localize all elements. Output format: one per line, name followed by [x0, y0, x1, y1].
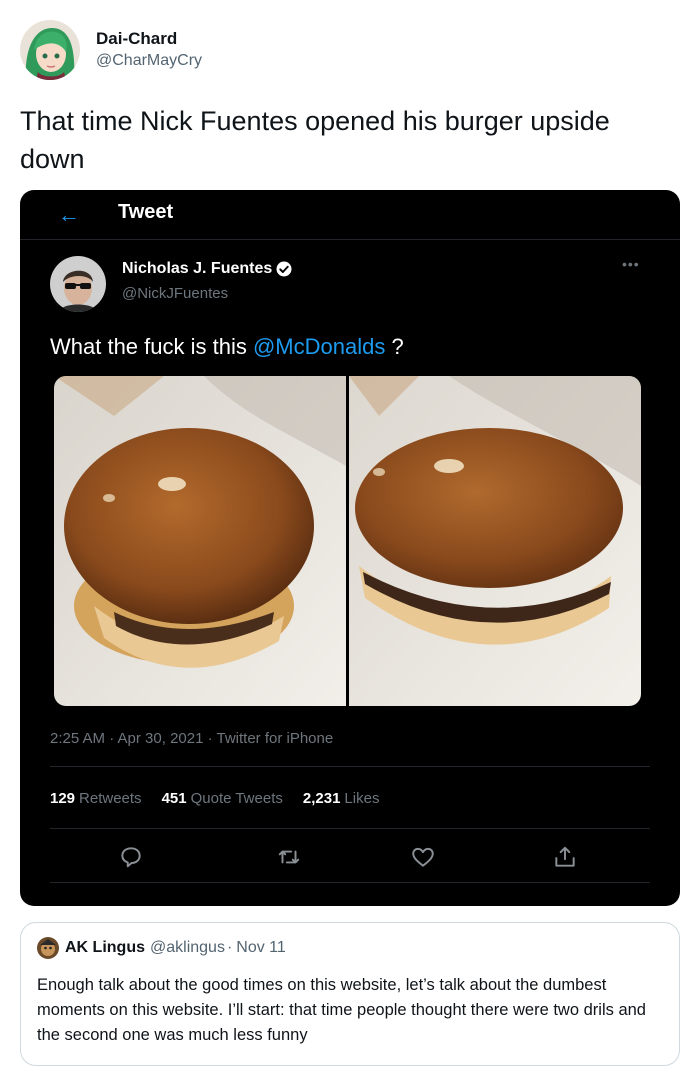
embedded-action-bar: [20, 838, 680, 878]
likes-stat: 2,231 Likes: [303, 790, 380, 807]
embedded-timestamp: 2:25 AM · Apr 30, 2021 · Twitter for iPh…: [50, 730, 334, 747]
divider: [50, 882, 650, 883]
embedded-name-row: Nicholas J. Fuentes: [122, 260, 293, 278]
burger-photo-right: [349, 376, 641, 706]
author-name[interactable]: Dai-Chard: [96, 28, 202, 50]
embedded-tweet-text: What the fuck is this @McDonalds ?: [50, 334, 404, 360]
verified-icon: [276, 261, 292, 277]
retweets-stat: 129 Retweets: [50, 790, 142, 807]
quoted-avatar: [37, 937, 59, 959]
retweets-count: 129: [50, 790, 76, 807]
more-icon: •••: [622, 256, 640, 272]
embedded-header-title: Tweet: [118, 201, 174, 223]
quotes-label: Quote Tweets: [190, 790, 283, 807]
embedded-text-suffix: ?: [385, 334, 404, 359]
quoted-tweet-header: AK Lingus @aklingus · Nov 11: [37, 937, 286, 959]
quoted-date[interactable]: Nov 11: [236, 939, 286, 957]
embedded-author-name: Nicholas J. Fuentes: [122, 260, 273, 277]
tweet-text: That time Nick Fuentes opened his burger…: [20, 106, 610, 174]
embedded-mention: @McDonalds: [252, 334, 386, 359]
like-icon: [412, 847, 434, 867]
quoted-author-handle[interactable]: @aklingus: [150, 939, 225, 957]
retweet-icon: [278, 850, 300, 864]
likes-label: Likes: [344, 790, 380, 807]
embedded-top-bar: ← Tweet: [20, 190, 680, 240]
avatar[interactable]: [20, 20, 80, 80]
separator-dot: ·: [226, 939, 233, 956]
quotes-stat: 451 Quote Tweets: [162, 790, 283, 807]
embedded-stats: 129 Retweets 451 Quote Tweets 2,231 Likes: [50, 790, 379, 807]
likes-count: 2,231: [302, 790, 341, 807]
reply-icon: [121, 847, 141, 868]
author-handle[interactable]: @CharMayCry: [96, 50, 202, 72]
burger-photo-left: [54, 376, 346, 706]
quotes-count: 451: [161, 790, 187, 807]
embedded-avatar: [50, 256, 106, 312]
divider: [50, 766, 650, 767]
embedded-author-handle: @NickJFuentes: [122, 285, 229, 302]
embedded-tweet-image[interactable]: ← Tweet Nicholas J. Fuentes @NickJFuente…: [20, 190, 680, 906]
quoted-tweet[interactable]: AK Lingus @aklingus · Nov 11 Enough talk…: [20, 922, 680, 1066]
divider: [50, 828, 650, 829]
back-arrow-icon: ←: [58, 202, 80, 227]
share-icon: [555, 846, 575, 867]
outer-tweet-header: Dai-Chard @CharMayCry: [20, 18, 202, 82]
embedded-text-prefix: What the fuck is this: [50, 334, 253, 359]
retweets-label: Retweets: [79, 790, 142, 807]
quoted-tweet-text: Enough talk about the good times on this…: [37, 976, 646, 1044]
quoted-author-name[interactable]: AK Lingus: [65, 939, 145, 957]
burger-photos: [54, 376, 641, 706]
